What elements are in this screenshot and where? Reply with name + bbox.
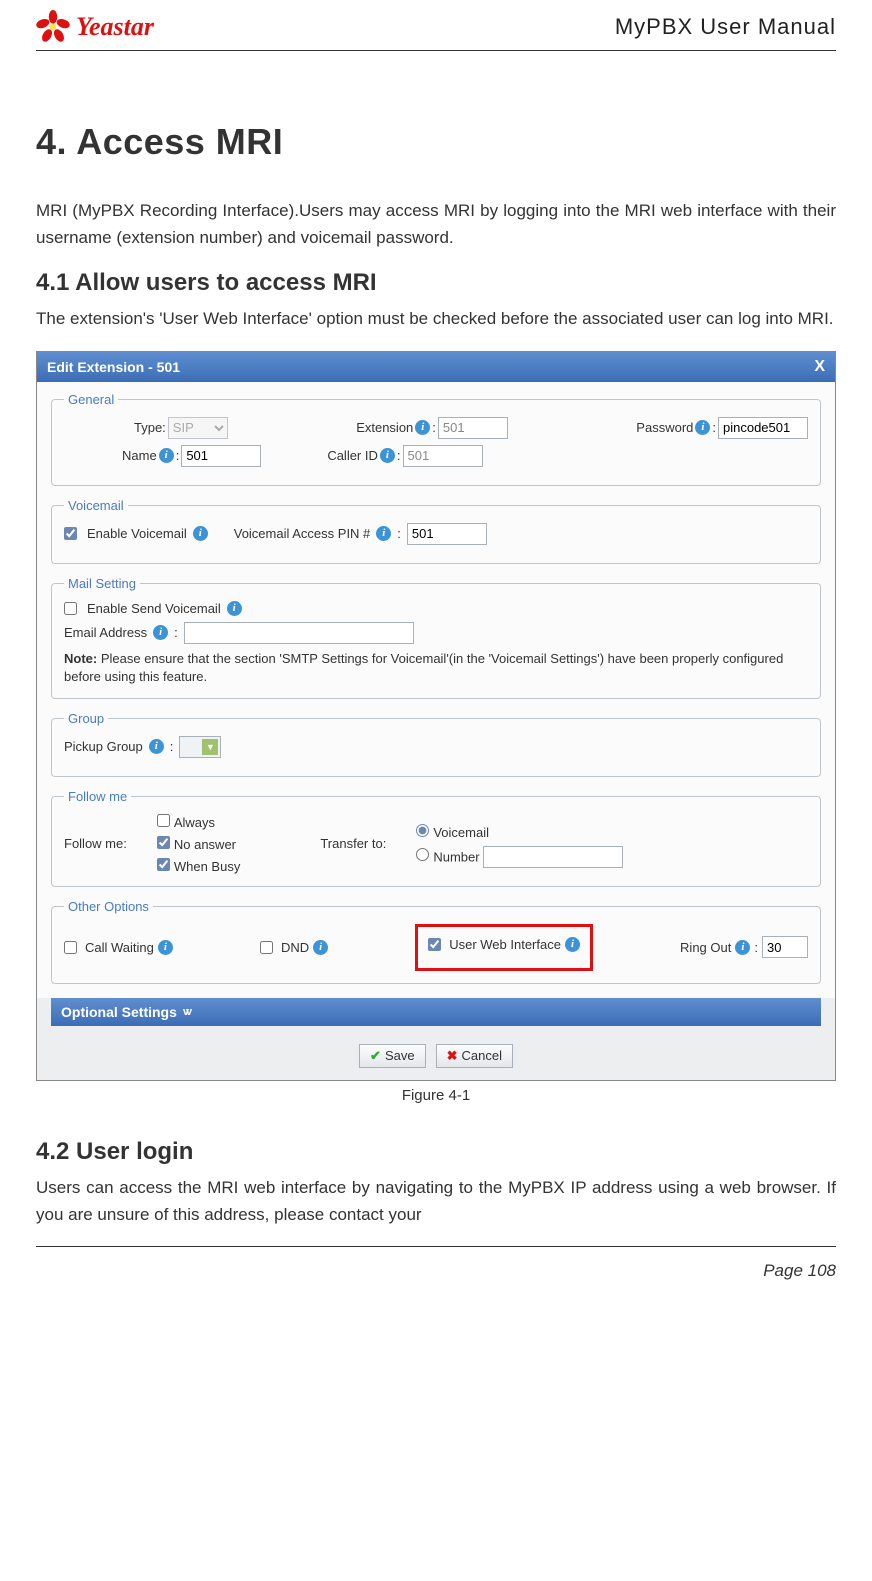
user-web-interface-highlight: User Web Interface i [415,924,593,971]
voicemail-radio[interactable] [416,824,429,837]
number-radio-label: Number [433,849,479,864]
general-legend: General [64,392,118,407]
voicemail-fieldset: Voicemail Enable Voicemail i Voicemail A… [51,498,821,564]
optional-settings-bar[interactable]: Optional Settings vv [51,998,821,1026]
info-icon[interactable]: i [313,940,328,955]
enable-send-voicemail-checkbox[interactable] [64,602,77,615]
allow-paragraph: The extension's 'User Web Interface' opt… [36,305,836,332]
close-icon[interactable]: X [814,358,825,376]
extension-input[interactable] [438,417,508,439]
always-checkbox[interactable] [157,814,170,827]
voicemail-pin-input[interactable] [407,523,487,545]
email-address-input[interactable] [184,622,414,644]
general-fieldset: General Type: SIP Extensioni: Passwordi: [51,392,821,486]
enable-voicemail-label: Enable Voicemail [87,526,187,541]
doc-title: MyPBX User Manual [615,14,836,40]
info-icon[interactable]: i [380,448,395,463]
flower-icon [36,10,70,44]
chevron-down-icon: ▼ [202,739,218,755]
dnd-label: DND [281,940,309,955]
pickup-group-label: Pickup Group [64,739,143,754]
intro-paragraph: MRI (MyPBX Recording Interface).Users ma… [36,197,836,251]
callerid-input[interactable] [403,445,483,467]
dnd-checkbox[interactable] [260,941,273,954]
whenbusy-label: When Busy [174,859,240,874]
name-label: Name [122,448,157,463]
user-web-interface-label: User Web Interface [449,937,561,952]
extension-label: Extension [356,420,413,435]
followme-fieldset: Follow me Follow me: Always No answer Wh… [51,789,821,887]
info-icon[interactable]: i [376,526,391,541]
close-icon: ✖ [447,1048,458,1064]
dialog-titlebar: Edit Extension - 501 X [37,352,835,382]
page-footer: Page 108 [36,1246,836,1281]
enable-send-voicemail-label: Enable Send Voicemail [87,601,221,616]
check-icon: ✔ [370,1048,381,1064]
info-icon[interactable]: i [735,940,750,955]
login-paragraph: Users can access the MRI web interface b… [36,1174,836,1228]
whenbusy-checkbox[interactable] [157,858,170,871]
email-address-label: Email Address [64,625,147,640]
noanswer-label: No answer [174,837,236,852]
info-icon[interactable]: i [415,420,430,435]
info-icon[interactable]: i [159,448,174,463]
info-icon[interactable]: i [695,420,710,435]
edit-extension-figure: Edit Extension - 501 X General Type: SIP… [36,351,836,1081]
mail-legend: Mail Setting [64,576,140,591]
chevron-down-icon: vv [183,1006,189,1018]
heading-2-allow: 4.1 Allow users to access MRI [36,269,836,297]
mail-note: Note: Note: Please ensure that the secti… [64,650,808,686]
pickup-group-select[interactable]: ▼ [179,736,221,758]
number-radio[interactable] [416,848,429,861]
callerid-label: Caller ID [327,448,378,463]
ringout-label: Ring Out [680,940,731,955]
mail-fieldset: Mail Setting Enable Send Voicemail i Ema… [51,576,821,699]
type-label: Type: [134,420,166,435]
password-label: Password [636,420,693,435]
brand-logo: Yeastar [36,10,154,44]
info-icon[interactable]: i [153,625,168,640]
callwaiting-label: Call Waiting [85,940,154,955]
noanswer-checkbox[interactable] [157,836,170,849]
cancel-button[interactable]: ✖Cancel [436,1044,513,1068]
brand-text: Yeastar [76,12,154,42]
always-label: Always [174,815,215,830]
user-web-interface-checkbox[interactable] [428,938,441,951]
heading-2-login: 4.2 User login [36,1138,836,1166]
followme-label: Follow me: [64,836,127,851]
save-button[interactable]: ✔Save [359,1044,426,1068]
page-number: Page 108 [763,1261,836,1280]
ringout-input[interactable] [762,936,808,958]
info-icon[interactable]: i [149,739,164,754]
password-input[interactable] [718,417,808,439]
otheroptions-fieldset: Other Options Call Waiting i DND i User We… [51,899,821,984]
group-legend: Group [64,711,108,726]
info-icon[interactable]: i [193,526,208,541]
callwaiting-checkbox[interactable] [64,941,77,954]
number-input[interactable] [483,846,623,868]
info-icon[interactable]: i [227,601,242,616]
voicemail-legend: Voicemail [64,498,128,513]
voicemail-pin-label: Voicemail Access PIN # [234,526,371,541]
optional-settings-label: Optional Settings [61,1004,177,1020]
figure-caption: Figure 4-1 [36,1087,836,1104]
name-input[interactable] [181,445,261,467]
group-fieldset: Group Pickup Groupi: ▼ [51,711,821,777]
enable-voicemail-checkbox[interactable] [64,527,77,540]
otheroptions-legend: Other Options [64,899,153,914]
info-icon[interactable]: i [158,940,173,955]
info-icon[interactable]: i [565,937,580,952]
type-select[interactable]: SIP [168,417,228,439]
voicemail-radio-label: Voicemail [433,825,489,840]
followme-legend: Follow me [64,789,131,804]
dialog-title-text: Edit Extension - 501 [47,359,180,375]
heading-1: 4. Access MRI [36,121,836,163]
transferto-label: Transfer to: [320,836,386,851]
page-header: Yeastar MyPBX User Manual [36,10,836,51]
